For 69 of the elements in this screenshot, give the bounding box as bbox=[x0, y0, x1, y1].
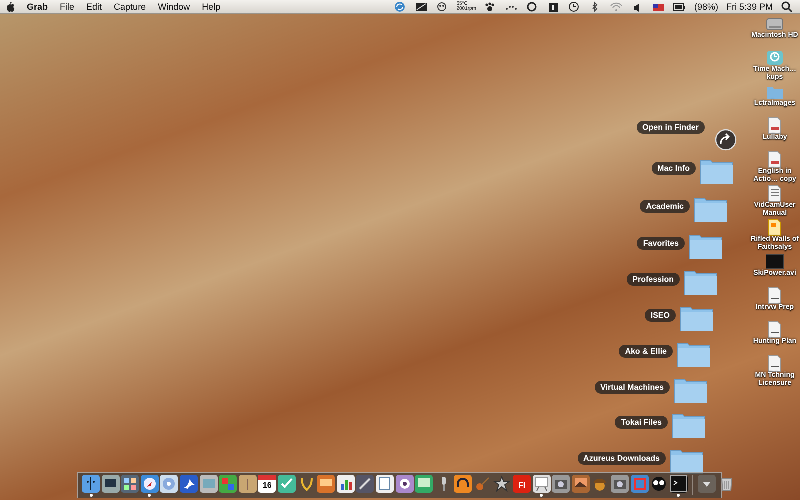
document-icon[interactable] bbox=[766, 287, 784, 304]
folder-label[interactable]: Virtual Machines bbox=[594, 381, 670, 394]
open-in-finder-button[interactable]: Open in Finder bbox=[636, 121, 705, 134]
folder-icon[interactable] bbox=[694, 196, 728, 223]
camera-icon[interactable] bbox=[552, 475, 570, 493]
folder-label[interactable]: Tokai Files bbox=[615, 416, 668, 429]
search-icon[interactable] bbox=[781, 0, 794, 12]
folder-icon[interactable] bbox=[689, 233, 723, 260]
camera-icon[interactable] bbox=[611, 475, 630, 493]
calendar-icon[interactable]: 16 bbox=[258, 475, 276, 493]
folder-label[interactable]: Academic bbox=[640, 200, 690, 213]
sync-icon[interactable] bbox=[394, 0, 407, 12]
webcam-icon[interactable] bbox=[396, 475, 414, 493]
window-grid-icon[interactable] bbox=[121, 475, 140, 493]
menu-item[interactable]: Window bbox=[158, 2, 190, 12]
battery-icon[interactable] bbox=[673, 0, 686, 12]
landscape-photo-icon[interactable] bbox=[572, 475, 590, 493]
clock-icon[interactable] bbox=[568, 0, 582, 12]
caret-down-icon[interactable] bbox=[698, 475, 716, 493]
folder-icon[interactable] bbox=[670, 448, 704, 475]
music-disc-icon[interactable] bbox=[160, 475, 178, 493]
pdf-document-icon[interactable] bbox=[766, 151, 784, 168]
book-icon[interactable] bbox=[238, 475, 257, 493]
checkmark-icon[interactable] bbox=[278, 475, 296, 493]
folder-icon[interactable] bbox=[677, 341, 711, 368]
paw-icon[interactable] bbox=[484, 0, 498, 12]
photo-icon[interactable] bbox=[200, 475, 218, 493]
monitor-icon[interactable] bbox=[102, 475, 120, 493]
pdf-document-icon[interactable] bbox=[766, 117, 784, 134]
folder-label[interactable]: Mac Info bbox=[652, 162, 696, 175]
folder-icon[interactable] bbox=[680, 305, 714, 332]
folder-icon[interactable] bbox=[684, 269, 718, 296]
document-icon[interactable] bbox=[766, 355, 784, 372]
folder-label[interactable]: Ako & Ellie bbox=[619, 345, 673, 358]
colorful-app-icon[interactable] bbox=[219, 475, 238, 493]
folder-label[interactable]: ISEO bbox=[644, 309, 676, 322]
folder-label[interactable]: Profession bbox=[626, 273, 680, 286]
menu-item[interactable]: Capture bbox=[114, 2, 146, 12]
status-text[interactable]: (98%) bbox=[694, 2, 718, 12]
presentation-icon[interactable] bbox=[317, 475, 336, 493]
square-icon[interactable] bbox=[547, 0, 560, 12]
app-menu[interactable]: Grab bbox=[27, 2, 48, 12]
document-icon[interactable] bbox=[766, 321, 784, 338]
menu-item[interactable]: Help bbox=[202, 2, 221, 12]
time-machine-icon[interactable] bbox=[766, 49, 784, 66]
eyes-icon[interactable] bbox=[650, 475, 668, 493]
apple-icon[interactable] bbox=[6, 1, 15, 12]
folder-icon[interactable] bbox=[672, 412, 706, 439]
menu-item[interactable]: Edit bbox=[86, 2, 102, 12]
pen-icon[interactable] bbox=[356, 475, 374, 493]
star-icon[interactable] bbox=[493, 475, 512, 493]
easel-icon[interactable] bbox=[532, 475, 551, 493]
note-document-icon[interactable] bbox=[766, 219, 784, 236]
menu-item[interactable]: File bbox=[60, 2, 75, 12]
screen-icon[interactable] bbox=[415, 475, 434, 493]
bird-icon[interactable] bbox=[180, 475, 198, 493]
document-icon[interactable] bbox=[376, 475, 394, 493]
video-thumbnail-icon[interactable] bbox=[766, 253, 784, 270]
folder-label[interactable]: Azureus Downloads bbox=[578, 452, 666, 465]
display-icon[interactable] bbox=[414, 0, 428, 12]
document-icon[interactable] bbox=[766, 185, 784, 202]
flash-icon[interactable]: Fl bbox=[513, 475, 532, 493]
finder-face-icon[interactable] bbox=[82, 475, 100, 493]
status-text[interactable]: Fri 5:39 PM bbox=[726, 2, 773, 12]
compass-icon[interactable] bbox=[140, 475, 159, 493]
folder-label[interactable]: Favorites bbox=[637, 237, 685, 250]
bar-chart-icon[interactable] bbox=[336, 475, 355, 493]
terminal-icon[interactable] bbox=[670, 475, 688, 493]
headphones-icon[interactable] bbox=[454, 475, 472, 493]
